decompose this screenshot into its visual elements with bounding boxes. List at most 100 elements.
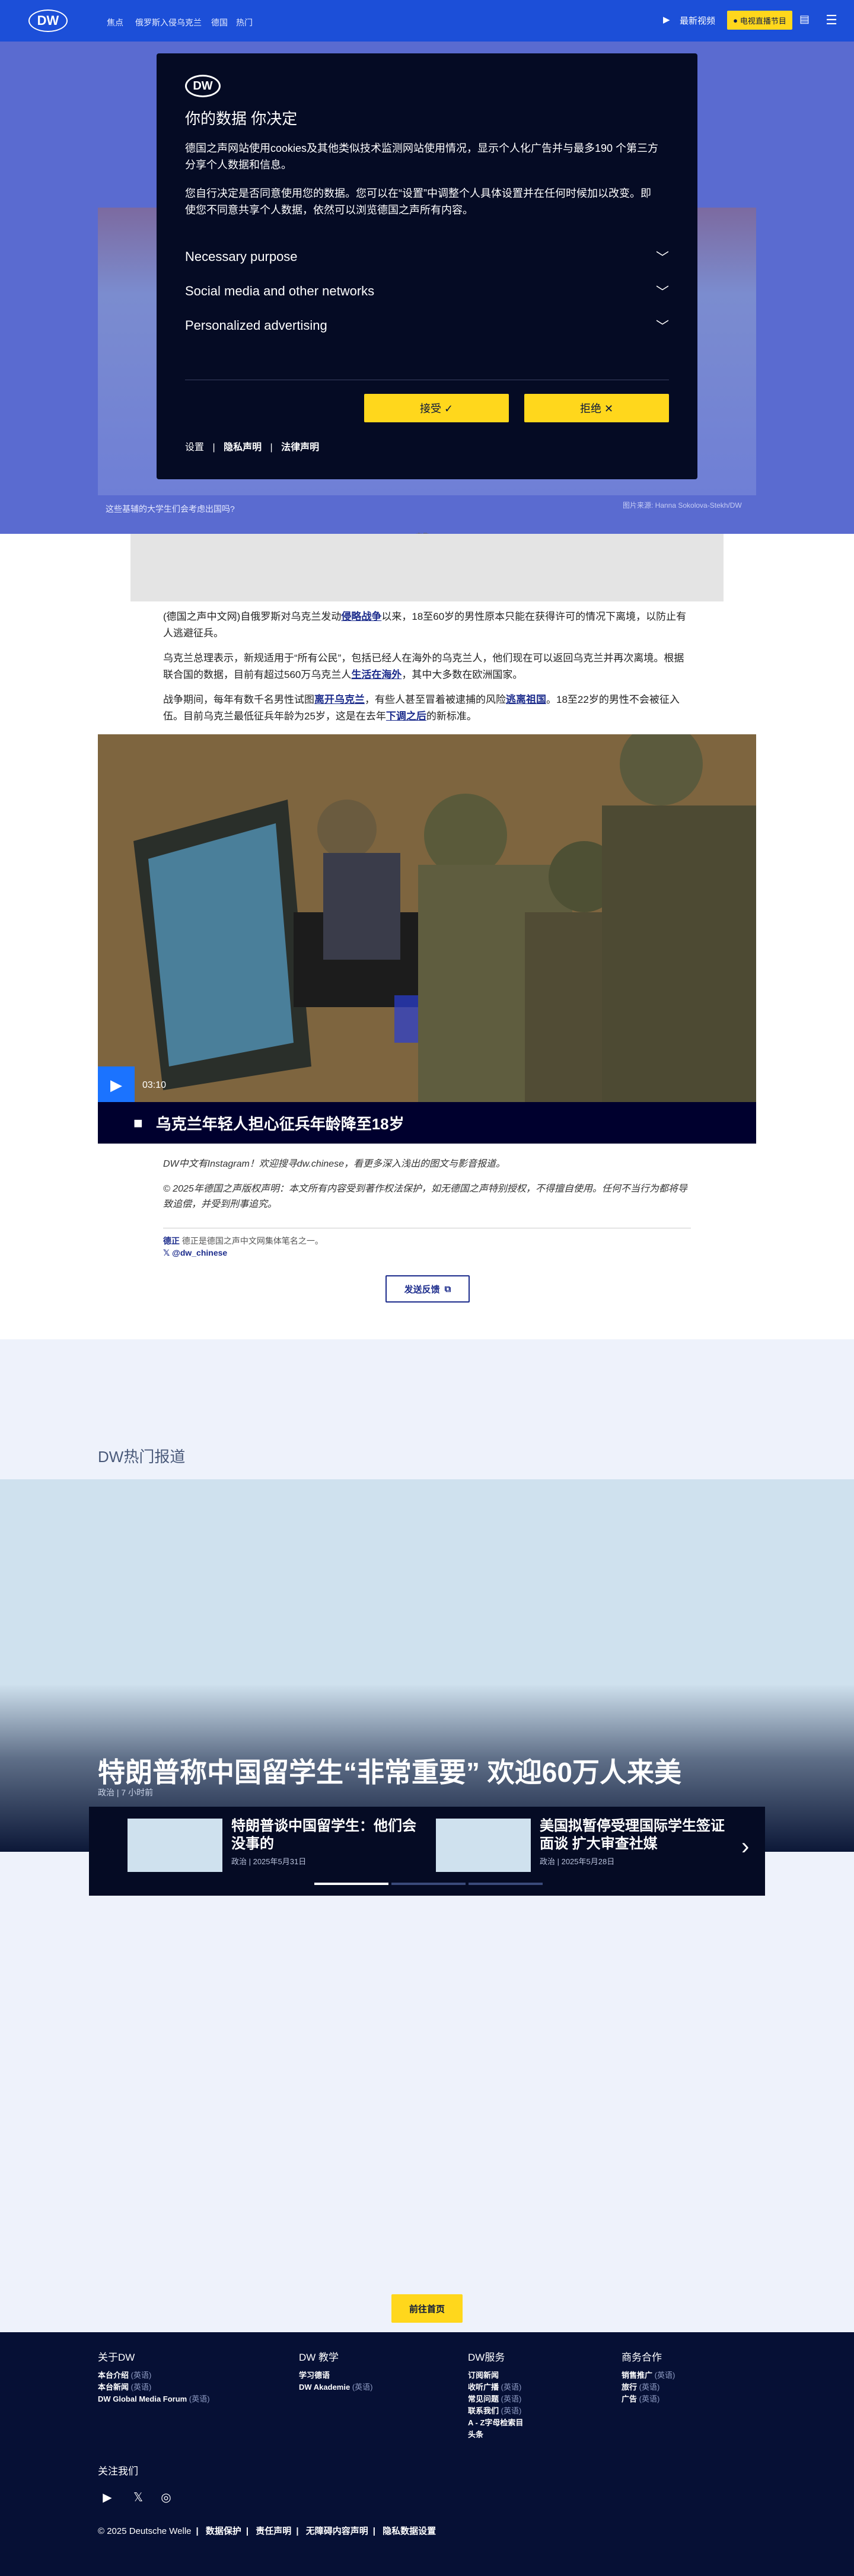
footer-link[interactable]: 销售推广 (英语) (622, 2369, 675, 2380)
legal-link[interactable]: 无障碍内容声明 (306, 2526, 368, 2536)
accordion-label: Personalized advertising (185, 318, 327, 333)
modal-intro-text: 德国之声网站使用cookies及其他类似技术监测网站使用情况，显示个人化广告并与… (185, 142, 659, 171)
card-title[interactable]: 特朗普谈中国留学生：他们会没事的 (231, 1817, 421, 1853)
top-navigation-bar: DW 焦点 俄罗斯入侵乌克兰 德国 热门 ▶ 最新视频 ● 电视直播节目 ▤ ☰ (0, 0, 854, 42)
nav-item-ukraine[interactable]: 俄罗斯入侵乌克兰 (135, 17, 202, 28)
footer-link[interactable]: 头条 (468, 2428, 483, 2440)
copyright-note: © 2025年德国之声版权声明：本文所有内容受到著作权法保护，如无德国之声特别授… (163, 1184, 687, 1209)
legal-link[interactable]: 数据保护 (206, 2526, 241, 2536)
video-icon: ▶ (663, 15, 670, 25)
accordion-label: Social media and other networks (185, 284, 375, 298)
author-desc: 德正是德国之声中文网集体笔名之一。 (181, 1236, 323, 1246)
accordion-necessary-purpose[interactable]: Necessary purpose ﹀ (185, 240, 669, 274)
modal-logo: DW (185, 75, 221, 97)
carousel-dot[interactable] (391, 1883, 466, 1885)
chevron-down-icon: ﹀ (655, 250, 669, 265)
video-camera-icon: ■ (133, 1113, 143, 1132)
trending-headline[interactable]: 特朗普称中国留学生“非常重要” 欢迎60万人来美 (98, 1751, 681, 1790)
modal-choice-text: 您自行决定是否同意使用您的数据。您可以在“设置”中调整个人具体设置并在任何时候加… (185, 187, 651, 216)
video-thumbnail (98, 734, 756, 1102)
ad-slot (130, 534, 724, 601)
link-lowered[interactable]: 下调之后 (386, 711, 426, 722)
footer-link[interactable]: A - Z字母检索目 (468, 2416, 523, 2428)
footer-link[interactable]: 本台新闻 (英语) (98, 2381, 151, 2392)
chevron-down-icon: ﹀ (655, 285, 669, 300)
author-name[interactable]: 德正 (163, 1236, 180, 1246)
reject-button[interactable]: 拒绝 ✕ (524, 394, 669, 422)
card-thumbnail[interactable] (128, 1819, 222, 1872)
carousel-dot-active[interactable] (314, 1883, 388, 1885)
homepage-button[interactable]: 前往首页 (391, 2294, 463, 2323)
chevron-down-icon: ﹀ (655, 319, 669, 334)
language-icon[interactable]: ▤ (799, 13, 812, 27)
nav-item-germany[interactable]: 德国 (211, 17, 228, 28)
footer-link[interactable]: 常见问题 (英语) (468, 2393, 521, 2404)
card-meta: 政治 | 2025年5月31日 (231, 1857, 307, 1866)
footer-link[interactable]: 订阅新闻 (468, 2369, 499, 2380)
hero-credit: 图片来源: Hanna Sokolova-Stekh/DW (623, 501, 742, 510)
feedback-icon: ⧉ (444, 1284, 451, 1294)
footer-link[interactable]: 联系我们 (英语) (468, 2405, 521, 2416)
accordion-social-media[interactable]: Social media and other networks ﹀ (185, 274, 669, 308)
follow-us-heading: 关注我们 (98, 2466, 138, 2477)
live-tv-label: 电视直播节目 (740, 16, 786, 26)
privacy-link[interactable]: 隐私声明 (224, 442, 262, 453)
author-twitter[interactable]: 𝕏 @dw_chinese (163, 1248, 227, 1258)
link-flee-country[interactable]: 逃离祖国 (506, 694, 546, 705)
feedback-button[interactable]: 发送反馈 ⧉ (385, 1275, 470, 1303)
dw-logo[interactable]: DW (28, 9, 68, 32)
footer-link[interactable]: DW Global Media Forum (英语) (98, 2393, 210, 2404)
live-tv-button[interactable]: ● 电视直播节目 (727, 11, 792, 30)
legal-link[interactable]: 隐私数据设置 (383, 2526, 436, 2536)
video-title[interactable]: 乌克兰年轻人担心征兵年龄降至18岁 (156, 1112, 404, 1134)
text: (德国之声中文网)自俄罗斯对乌克兰发动 (163, 611, 342, 622)
x-icon[interactable]: 𝕏 (129, 2488, 148, 2507)
trending-carousel: 特朗普谈中国留学生：他们会没事的 政治 | 2025年5月31日 美国拟暂停受理… (89, 1807, 765, 1896)
legal-link[interactable]: 法律声明 (281, 442, 319, 453)
trending-title: DW热门报道 (98, 1448, 186, 1466)
footer-link[interactable]: 学习德语 (299, 2369, 330, 2380)
accept-button[interactable]: 接受 ✓ (364, 394, 509, 422)
feedback-label: 发送反馈 (404, 1284, 440, 1295)
nav-item-trending[interactable]: 热门 (236, 17, 253, 28)
footer-col-heading: DW服务 (468, 2352, 505, 2363)
footer-link[interactable]: 广告 (英语) (622, 2393, 659, 2404)
footer-link[interactable]: 旅行 (英语) (622, 2381, 659, 2392)
play-icon[interactable]: ▶ (98, 1066, 135, 1102)
link-aggression-war[interactable]: 侵略战争 (341, 611, 381, 622)
video-player[interactable]: ▶ 03:10 (98, 734, 756, 1102)
text: ，其中大多数在欧洲国家。 (401, 669, 523, 680)
link-leave-ukraine[interactable]: 离开乌克兰 (314, 694, 365, 705)
card-title[interactable]: 美国拟暂停受理国际学生签证面谈 扩大审查社媒 (540, 1817, 729, 1853)
consent-modal: DW 你的数据 你决定 德国之声网站使用cookies及其他类似技术监测网站使用… (157, 53, 697, 479)
footer-link[interactable]: 本台介绍 (英语) (98, 2369, 151, 2380)
footer-link[interactable]: 收听广播 (英语) (468, 2381, 521, 2392)
settings-link[interactable]: 设置 (185, 442, 204, 453)
copyright: © 2025 Deutsche Welle (98, 2526, 192, 2536)
modal-footer-links: 设置 | 隐私声明 | 法律声明 (185, 439, 325, 453)
accordion-personalized-ads[interactable]: Personalized advertising ﹀ (185, 308, 669, 343)
carousel-dot[interactable] (469, 1883, 543, 1885)
youtube-icon[interactable]: ▶ (98, 2488, 117, 2507)
card-thumbnail[interactable] (436, 1819, 531, 1872)
author-info: 德正 德正是德国之声中文网集体笔名之一。 (163, 1235, 323, 1247)
menu-icon[interactable]: ☰ (818, 11, 845, 30)
footer-col-heading: DW 教学 (299, 2352, 339, 2363)
link-living-abroad[interactable]: 生活在海外 (351, 669, 401, 680)
article-paragraph: 乌克兰总理表示，新规适用于“所有公民”，包括已经人在海外的乌克兰人，他们现在可以… (163, 650, 691, 683)
legal-link[interactable]: 责任声明 (256, 2526, 291, 2536)
instagram-note: DW中文有Instagram！欢迎搜寻dw.chinese，看更多深入浅出的图文… (163, 1159, 505, 1169)
chevron-right-icon[interactable]: › (741, 1833, 749, 1860)
modal-title: 你的数据 你决定 (185, 110, 298, 128)
nav-item-focus[interactable]: 焦点 (107, 17, 123, 28)
text: 的新标准。 (426, 711, 477, 722)
latest-video-link[interactable]: 最新视频 (680, 14, 715, 27)
footer-legal: © 2025 Deutsche Welle | 数据保护 | 责任声明 | 无障碍内容… (98, 2526, 436, 2536)
instagram-icon[interactable]: ◎ (157, 2488, 176, 2507)
twitter-handle: @dw_chinese (172, 1248, 228, 1257)
footer-col-heading: 关于DW (98, 2352, 135, 2363)
footer-link[interactable]: DW Akademie (英语) (299, 2381, 373, 2392)
x-icon: 𝕏 (163, 1248, 170, 1257)
footer-col-heading: 商务合作 (622, 2352, 662, 2363)
text: ，有些人甚至冒着被逮捕的风险 (365, 694, 506, 705)
